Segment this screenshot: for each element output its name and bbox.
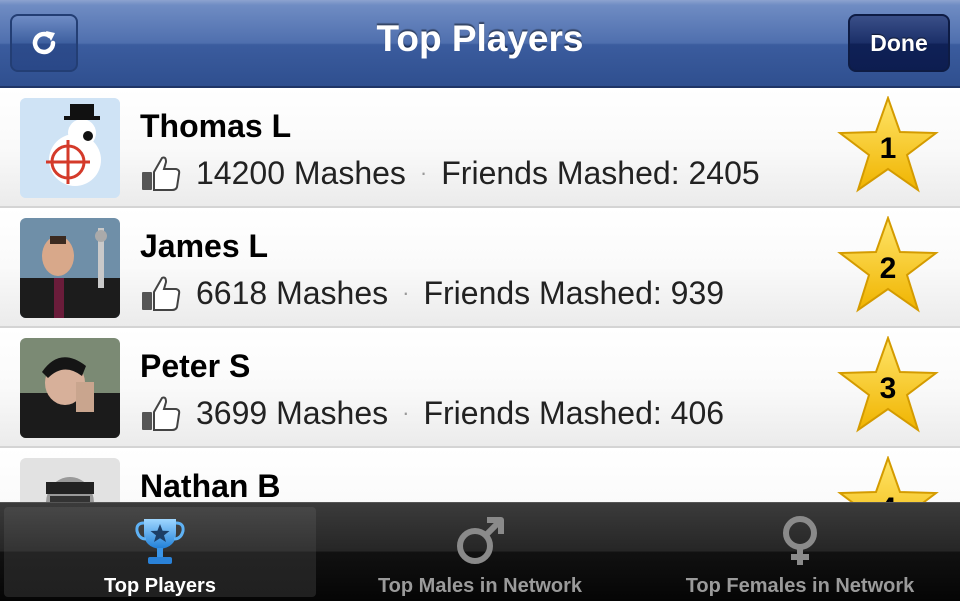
player-stats: 14200 Mashes · Friends Mashed: 2405 (140, 154, 760, 192)
avatar (20, 458, 120, 502)
tab-top-players[interactable]: Top Players (4, 507, 316, 597)
player-stats: 3699 Mashes · Friends Mashed: 406 (140, 394, 724, 432)
player-name: Thomas L (140, 108, 292, 144)
friends-mashed: Friends Mashed: 406 (423, 394, 725, 431)
avatar (20, 218, 120, 318)
table-row[interactable]: Nathan B 4 (0, 448, 960, 502)
done-button[interactable]: Done (848, 14, 950, 72)
rank-number: 4 (836, 492, 940, 502)
table-row[interactable]: Thomas L 14200 Mashes · Friends Mashed: … (0, 88, 960, 208)
thumbs-up-icon (142, 276, 181, 311)
thumbs-up-icon (142, 156, 181, 191)
page-title: Top Players (376, 18, 584, 59)
separator: · (402, 400, 410, 425)
rank-badge: 2 (836, 214, 940, 316)
navigation-bar: Top Players Done (0, 0, 960, 88)
tab-label: Top Females in Network (685, 575, 915, 597)
mashes-count: 3699 Mashes (196, 394, 389, 431)
mashes-count: 14200 Mashes (196, 154, 406, 191)
tab-top-males[interactable]: Top Males in Network (324, 507, 636, 597)
rank-number: 2 (879, 252, 897, 285)
rank-number: 3 (879, 372, 897, 405)
friends-mashed: Friends Mashed: 2405 (441, 154, 760, 191)
table-row[interactable]: James L 6618 Mashes · Friends Mashed: 93… (0, 208, 960, 328)
player-name: James L (140, 228, 269, 264)
rank-number: 1 (879, 132, 897, 165)
mashes-count: 6618 Mashes (196, 274, 389, 311)
player-name: Peter S (140, 348, 251, 384)
avatar (20, 98, 120, 198)
tab-bar: Top Players Top Males in Network Top Fem… (0, 502, 960, 601)
rank-badge: 4 (836, 454, 940, 502)
thumbs-up-icon (142, 396, 181, 431)
players-list: Thomas L 14200 Mashes · Friends Mashed: … (0, 88, 960, 502)
player-name: Nathan B (140, 468, 281, 502)
rank-badge: 3 (836, 334, 940, 436)
avatar (20, 338, 120, 438)
male-symbol-icon (324, 515, 636, 567)
tab-label: Top Players (104, 575, 216, 597)
table-row[interactable]: Peter S 3699 Mashes · Friends Mashed: 40… (0, 328, 960, 448)
trophy-icon (4, 515, 316, 567)
player-stats: 6618 Mashes · Friends Mashed: 939 (140, 274, 724, 312)
separator: · (419, 160, 428, 185)
rank-badge: 1 (836, 94, 940, 196)
friends-mashed: Friends Mashed: 939 (423, 274, 725, 311)
tab-top-females[interactable]: Top Females in Network (644, 507, 956, 597)
separator: · (402, 280, 410, 305)
tab-label: Top Males in Network (377, 575, 583, 597)
female-symbol-icon (644, 515, 956, 567)
